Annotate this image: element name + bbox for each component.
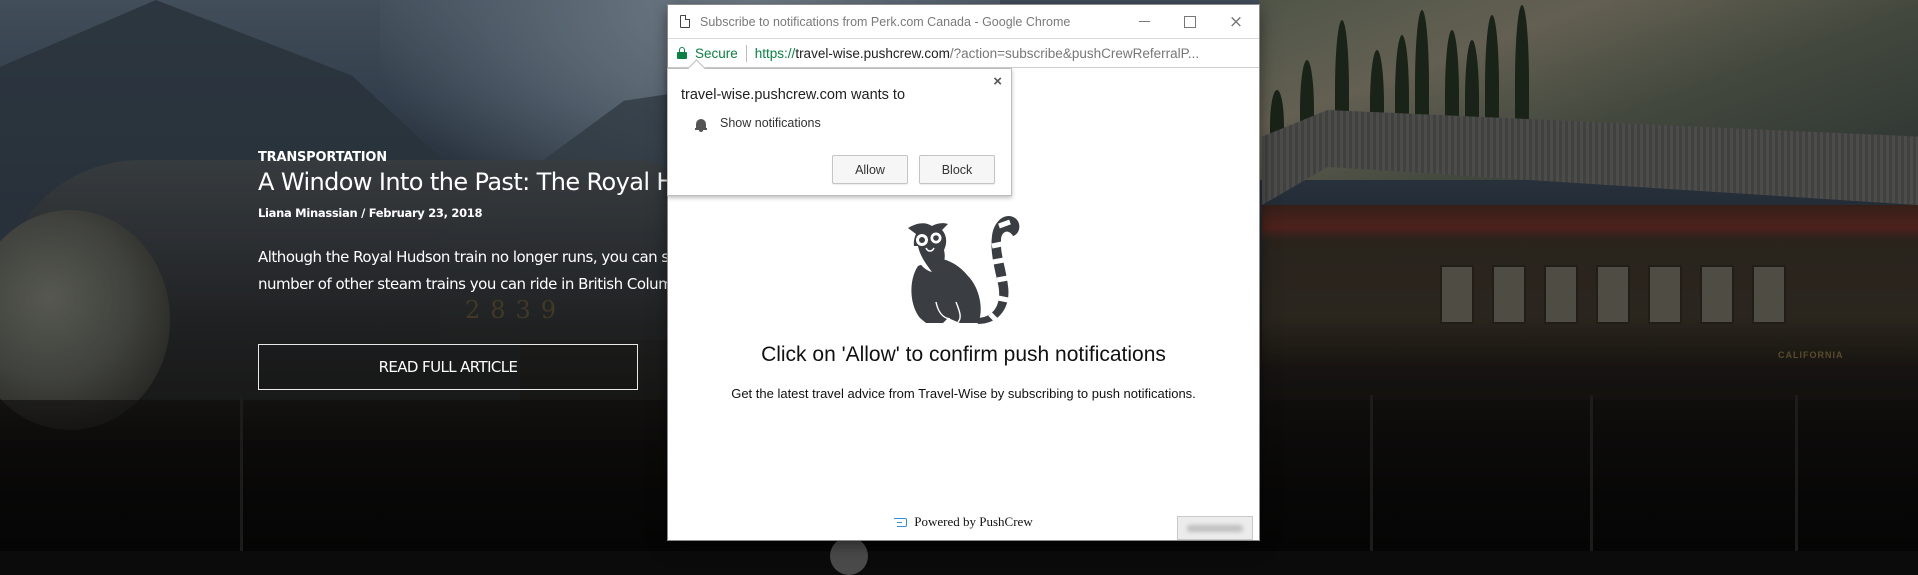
powered-by-label[interactable]: Powered by PushCrew [914, 514, 1032, 530]
window-titlebar[interactable]: Subscribe to notifications from Perk.com… [668, 5, 1259, 39]
maximize-button[interactable] [1167, 5, 1213, 38]
excerpt-line: number of other steam trains you can rid… [258, 275, 694, 293]
page-icon [680, 15, 690, 28]
url-host: travel-wise.pushcrew.com [795, 45, 950, 61]
secure-label[interactable]: Secure [695, 46, 738, 61]
address-bar[interactable]: Secure https://travel-wise.pushcrew.com /… [668, 39, 1259, 68]
prompt-permission-label: Show notifications [720, 116, 821, 130]
lock-icon[interactable] [677, 47, 687, 59]
minimize-button[interactable] [1121, 5, 1167, 38]
article-category[interactable]: TRANSPORTATION [258, 150, 688, 166]
featured-article: TRANSPORTATION A Window Into the Past: T… [258, 150, 744, 390]
lemur-mascot-icon [908, 216, 1020, 324]
pushcrew-logo-icon [894, 517, 908, 528]
excerpt-line: Although the Royal Hudson train no longe… [258, 248, 686, 266]
confirm-subtext: Get the latest travel advice from Travel… [731, 386, 1196, 401]
url-scheme: https:// [754, 45, 796, 61]
confirm-headline: Click on 'Allow' to confirm push notific… [761, 343, 1166, 366]
read-full-article-button[interactable]: READ FULL ARTICLE [258, 344, 638, 390]
prompt-origin: travel-wise.pushcrew.com wants to [681, 87, 906, 103]
carousel-nav-button[interactable] [830, 537, 868, 575]
address-separator [745, 44, 747, 62]
window-title: Subscribe to notifications from Perk.com… [700, 14, 1071, 29]
blurred-badge [1177, 516, 1253, 540]
block-button[interactable]: Block [919, 155, 995, 184]
chrome-popup-window: Subscribe to notifications from Perk.com… [667, 5, 1259, 540]
bell-icon [695, 118, 707, 132]
close-window-button[interactable]: × [1213, 5, 1259, 38]
maximize-icon [1184, 15, 1196, 28]
article-byline: Liana Minassian / February 23, 2018 [258, 206, 483, 220]
article-excerpt: Although the Royal Hudson train no longe… [258, 244, 694, 298]
article-title[interactable]: A Window Into the Past: The Royal Hudson [258, 167, 744, 197]
close-icon: × [1228, 11, 1244, 32]
minimize-icon [1138, 21, 1150, 22]
url-path: /?action=subscribe&pushCrewReferralP... [949, 45, 1200, 61]
prompt-close-icon[interactable]: × [993, 73, 1002, 90]
notification-permission-prompt: × travel-wise.pushcrew.com wants to Show… [667, 68, 1012, 196]
allow-button[interactable]: Allow [832, 155, 908, 184]
powered-by-pushcrew[interactable]: Powered by PushCrew [668, 514, 1259, 530]
